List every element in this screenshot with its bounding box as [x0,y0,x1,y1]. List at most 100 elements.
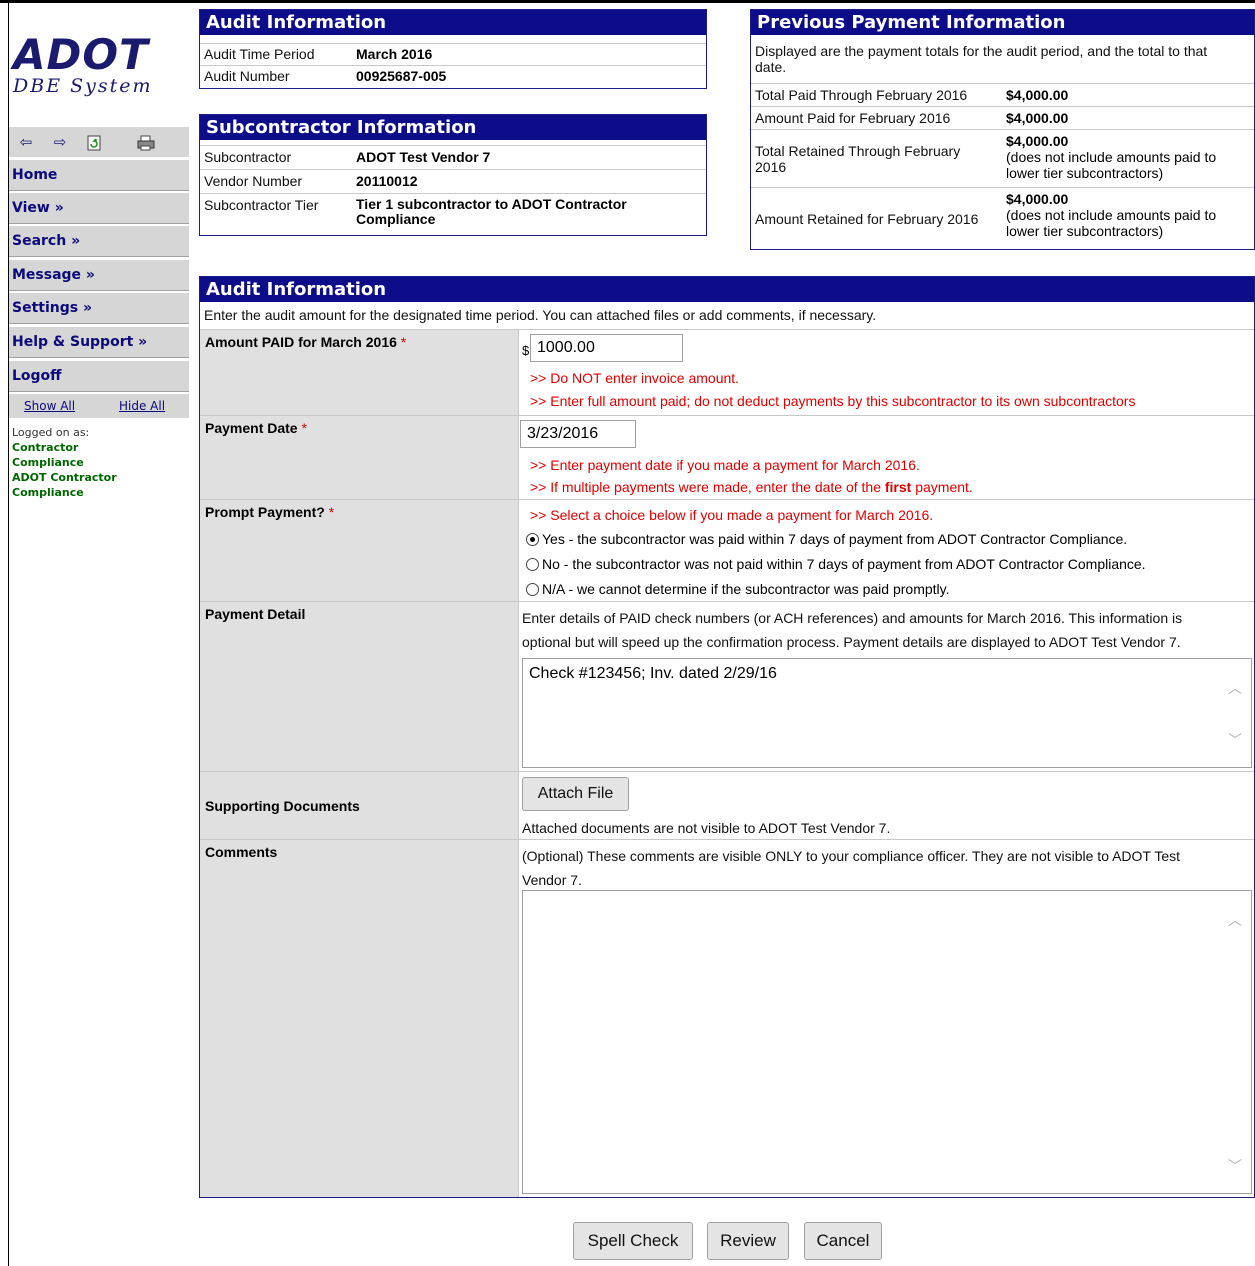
sidebar: ADOT DBE System ⇦ ⇨ Home View » Search »… [9,3,189,1266]
panel-title: Previous Payment Information [751,10,1254,35]
prompt-option-yes[interactable]: Yes - the subcontractor was paid within … [526,531,1127,547]
field-label: Audit Time Period [204,46,315,62]
note-line: (does not include amounts paid to [1006,207,1217,223]
radio-icon[interactable] [526,557,539,571]
payment-row: Total Paid Through February 2016 $4,000.… [751,83,1254,106]
radio-selected-icon[interactable] [526,532,539,546]
payment-date-label: Payment Date * [200,416,519,499]
comments-row: Comments (Optional) These comments are v… [200,839,1254,1197]
back-arrow-icon[interactable]: ⇦ [9,133,43,151]
spell-check-button[interactable]: Spell Check [573,1222,693,1260]
subcontractor-tier-row: Subcontractor Tier Tier 1 subcontractor … [200,193,706,233]
label-line: 2016 [755,159,787,175]
scroll-down-icon[interactable]: ﹀ [1228,1156,1242,1176]
currency-symbol: $ [522,343,530,358]
scroll-up-icon[interactable]: ︿ [1228,678,1242,698]
scroll-up-icon[interactable]: ︿ [1228,910,1242,930]
supporting-documents-row: Supporting Documents Attach File Attache… [200,771,1254,839]
comments-intro: (Optional) These comments are visible ON… [522,844,1180,892]
prompt-option-na[interactable]: N/A - we cannot determine if the subcont… [526,581,950,597]
attach-file-button[interactable]: Attach File [522,777,629,811]
prompt-option-no[interactable]: No - the subcontractor was not paid with… [526,556,1146,572]
payment-date-input[interactable] [520,420,636,448]
note-line: lower tier subcontractors) [1006,165,1164,181]
show-hide-bar: Show All Hide All [9,394,189,418]
hint-text: >> If multiple payments were made, enter… [530,479,881,495]
subcontractor-row: Subcontractor ADOT Test Vendor 7 [200,145,706,169]
scroll-down-icon[interactable]: ﹀ [1228,730,1242,750]
sidebar-item-settings[interactable]: Settings » [9,292,189,324]
field-value: 20110012 [356,173,418,189]
field-label: Vendor Number [204,173,303,189]
intro-line: date. [755,59,787,75]
cancel-button[interactable]: Cancel [804,1222,882,1260]
comments-textarea[interactable] [522,890,1252,1194]
audit-form: Audit Information Enter the audit amount… [199,276,1255,1198]
field-label: Audit Number [204,68,290,84]
required-mark: * [400,334,407,350]
logged-on-user: Contractor [12,441,79,454]
payment-detail-textarea[interactable]: Check #123456; Inv. dated 2/29/16 [522,658,1252,768]
hide-all-link[interactable]: Hide All [119,399,165,413]
hint-bold: first [884,479,912,495]
comments-label: Comments [200,840,519,1197]
amount: $4,000.00 [1006,133,1069,149]
field-value: March 2016 [356,46,433,62]
docs-note: Attached documents are not visible to AD… [522,820,891,836]
tier-value-line: Tier 1 subcontractor to ADOT Contractor [356,196,627,212]
sidebar-item-view[interactable]: View » [9,192,189,224]
field-value: Tier 1 subcontractor to ADOT Contractor … [356,197,627,227]
amount-label: Amount PAID for March 2016 * [200,330,519,415]
panel-title: Audit Information [200,10,706,35]
intro-line: Vendor 7. [522,872,582,888]
logo-brand: ADOT [13,30,149,79]
print-icon[interactable] [129,133,163,151]
previous-payment-panel: Previous Payment Information Displayed a… [750,9,1255,250]
show-all-link[interactable]: Show All [24,399,75,413]
subcontractor-info-panel: Subcontractor Information Subcontractor … [199,114,707,236]
review-button[interactable]: Review [707,1222,789,1260]
audit-info-panel: Audit Information Audit Time Period Marc… [199,9,707,89]
sidebar-item-search[interactable]: Search » [9,225,189,257]
previous-payment-intro: Displayed are the payment totals for the… [755,43,1207,75]
radio-icon[interactable] [526,582,539,596]
sidebar-item-home[interactable]: Home [9,159,189,191]
required-mark: * [328,504,335,520]
payment-date-row: Payment Date * >> Enter payment date if … [200,415,1254,499]
sidebar-item-logoff[interactable]: Logoff [9,360,189,392]
field-value: ADOT Test Vendor 7 [356,149,491,165]
intro-line: Displayed are the payment totals for the… [755,43,1208,59]
amount-input[interactable] [530,334,683,362]
label-text: Prompt Payment? [205,504,325,520]
sidebar-toolbar: ⇦ ⇨ [9,127,189,158]
date-hint: >> If multiple payments were made, enter… [530,479,973,495]
forward-arrow-icon[interactable]: ⇨ [43,133,77,151]
supporting-documents-label: Supporting Documents [200,772,519,839]
panel-title: Audit Information [200,277,1254,302]
logged-on-org: ADOT Contractor [12,471,117,484]
label-line: Total Retained Through February [755,143,961,159]
field-value: $4,000.00 (does not include amounts paid… [1006,133,1216,181]
payment-detail-intro: Enter details of PAID check numbers (or … [522,606,1182,654]
field-label: Total Retained Through February 2016 [755,143,960,175]
logged-on-user: Compliance [12,456,84,469]
audit-number-row: Audit Number 00925687-005 [200,65,706,87]
form-intro: Enter the audit amount for the designate… [204,307,877,323]
amount-hint: >> Do NOT enter invoice amount. [530,370,740,386]
amount-row: Amount PAID for March 2016 * $ >> Do NOT… [200,329,1254,415]
field-label: Subcontractor [204,149,292,165]
note-line: (does not include amounts paid to [1006,149,1217,165]
field-label: Amount Retained for February 2016 [755,211,979,227]
prompt-payment-row: Prompt Payment? * >> Select a choice bel… [200,499,1254,601]
label-text: Amount PAID for March 2016 [205,334,397,350]
sidebar-item-help[interactable]: Help & Support » [9,326,189,358]
intro-line: optional but will speed up the confirmat… [522,634,1181,650]
sidebar-item-message[interactable]: Message » [9,259,189,291]
payment-detail-row: Payment Detail Enter details of PAID che… [200,601,1254,771]
field-value: $4,000.00 [1006,110,1069,126]
field-label: Amount Paid for February 2016 [755,110,951,126]
refresh-icon[interactable] [77,133,111,151]
logged-on-info: Logged on as: Contractor Compliance ADOT… [12,425,117,500]
intro-line: Enter details of PAID check numbers (or … [522,610,1183,626]
logged-on-label: Logged on as: [12,426,90,439]
